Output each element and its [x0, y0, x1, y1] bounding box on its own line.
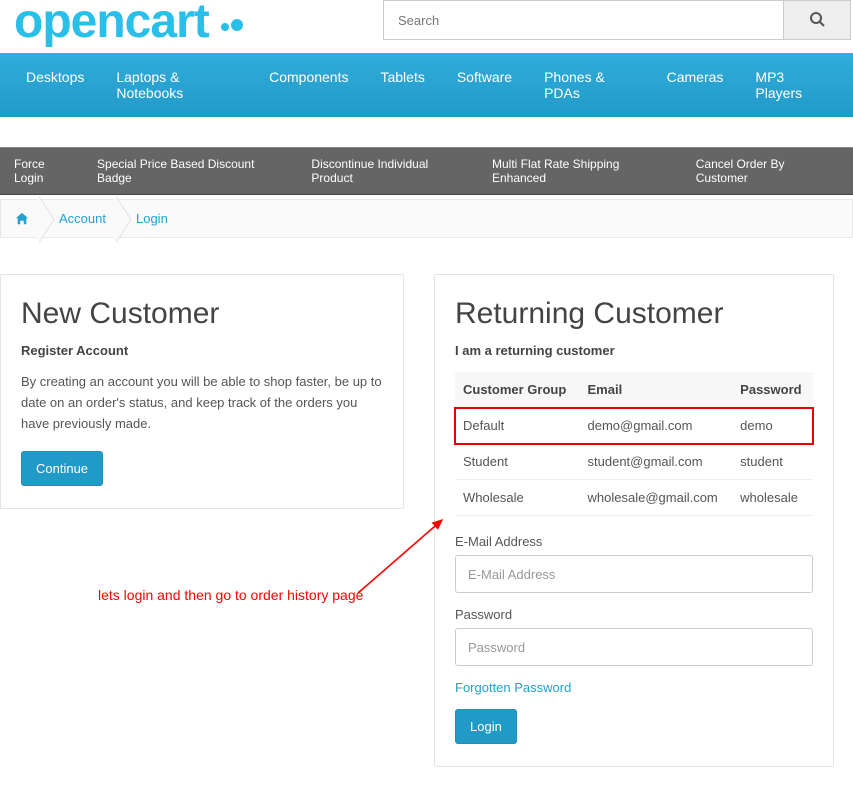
nav-special-price[interactable]: Special Price Based Discount Badge — [87, 148, 301, 194]
new-customer-subtitle: Register Account — [21, 343, 383, 358]
brand-logo-text: opencart — [14, 0, 209, 43]
annotation-arrow-icon — [350, 508, 460, 611]
nav-software[interactable]: Software — [441, 53, 528, 117]
password-field[interactable] — [455, 628, 813, 666]
login-button[interactable]: Login — [455, 709, 517, 744]
new-customer-panel: New Customer Register Account By creatin… — [0, 274, 404, 508]
breadcrumb: Account Login — [0, 199, 853, 238]
nav-tablets[interactable]: Tablets — [364, 53, 440, 117]
cell-email: student@gmail.com — [580, 444, 733, 480]
brand-logo[interactable]: opencart — [0, 0, 263, 43]
search-icon — [809, 11, 825, 30]
table-row: Default demo@gmail.com demo — [455, 408, 813, 444]
brand-logo-glyph — [215, 5, 249, 39]
secondary-nav: Force Login Special Price Based Discount… — [0, 147, 853, 195]
nav-multi-flat[interactable]: Multi Flat Rate Shipping Enhanced — [482, 148, 686, 194]
nav-force-login[interactable]: Force Login — [4, 148, 87, 194]
nav-components[interactable]: Components — [253, 53, 364, 117]
annotation-text: lets login and then go to order history … — [98, 587, 363, 603]
nav-phones[interactable]: Phones & PDAs — [528, 53, 651, 117]
search-button[interactable] — [783, 0, 851, 40]
returning-customer-panel: Returning Customer I am a returning cust… — [434, 274, 834, 767]
returning-subtitle: I am a returning customer — [455, 343, 813, 358]
breadcrumb-login[interactable]: Login — [136, 211, 168, 226]
cell-email: wholesale@gmail.com — [580, 480, 733, 516]
returning-title: Returning Customer — [455, 297, 813, 331]
nav-cameras[interactable]: Cameras — [651, 53, 740, 117]
cell-password: demo — [732, 408, 813, 444]
table-row: Student student@gmail.com student — [455, 444, 813, 480]
cell-group: Wholesale — [455, 480, 580, 516]
new-customer-desc: By creating an account you will be able … — [21, 372, 383, 434]
primary-nav: Desktops Laptops & Notebooks Components … — [0, 53, 853, 117]
password-label: Password — [455, 607, 813, 622]
new-customer-title: New Customer — [21, 297, 383, 331]
cell-password: student — [732, 444, 813, 480]
cell-password: wholesale — [732, 480, 813, 516]
breadcrumb-account[interactable]: Account — [59, 211, 106, 226]
email-label: E-Mail Address — [455, 534, 813, 549]
breadcrumb-home[interactable] — [15, 212, 29, 226]
search-bar — [383, 0, 853, 40]
nav-mp3[interactable]: MP3 Players — [739, 53, 843, 117]
cell-email: demo@gmail.com — [580, 408, 733, 444]
th-email: Email — [580, 372, 733, 408]
home-icon — [15, 212, 29, 226]
nav-laptops[interactable]: Laptops & Notebooks — [100, 53, 253, 117]
nav-cancel-order[interactable]: Cancel Order By Customer — [686, 148, 849, 194]
forgotten-password-link[interactable]: Forgotten Password — [455, 680, 571, 695]
nav-discontinue[interactable]: Discontinue Individual Product — [301, 148, 482, 194]
continue-button[interactable]: Continue — [21, 451, 103, 486]
table-row: Wholesale wholesale@gmail.com wholesale — [455, 480, 813, 516]
search-input[interactable] — [383, 0, 783, 40]
cell-group: Student — [455, 444, 580, 480]
th-customer-group: Customer Group — [455, 372, 580, 408]
credentials-table: Customer Group Email Password Default de… — [455, 372, 813, 516]
email-field[interactable] — [455, 555, 813, 593]
nav-desktops[interactable]: Desktops — [10, 53, 100, 117]
cell-group: Default — [455, 408, 580, 444]
th-password: Password — [732, 372, 813, 408]
